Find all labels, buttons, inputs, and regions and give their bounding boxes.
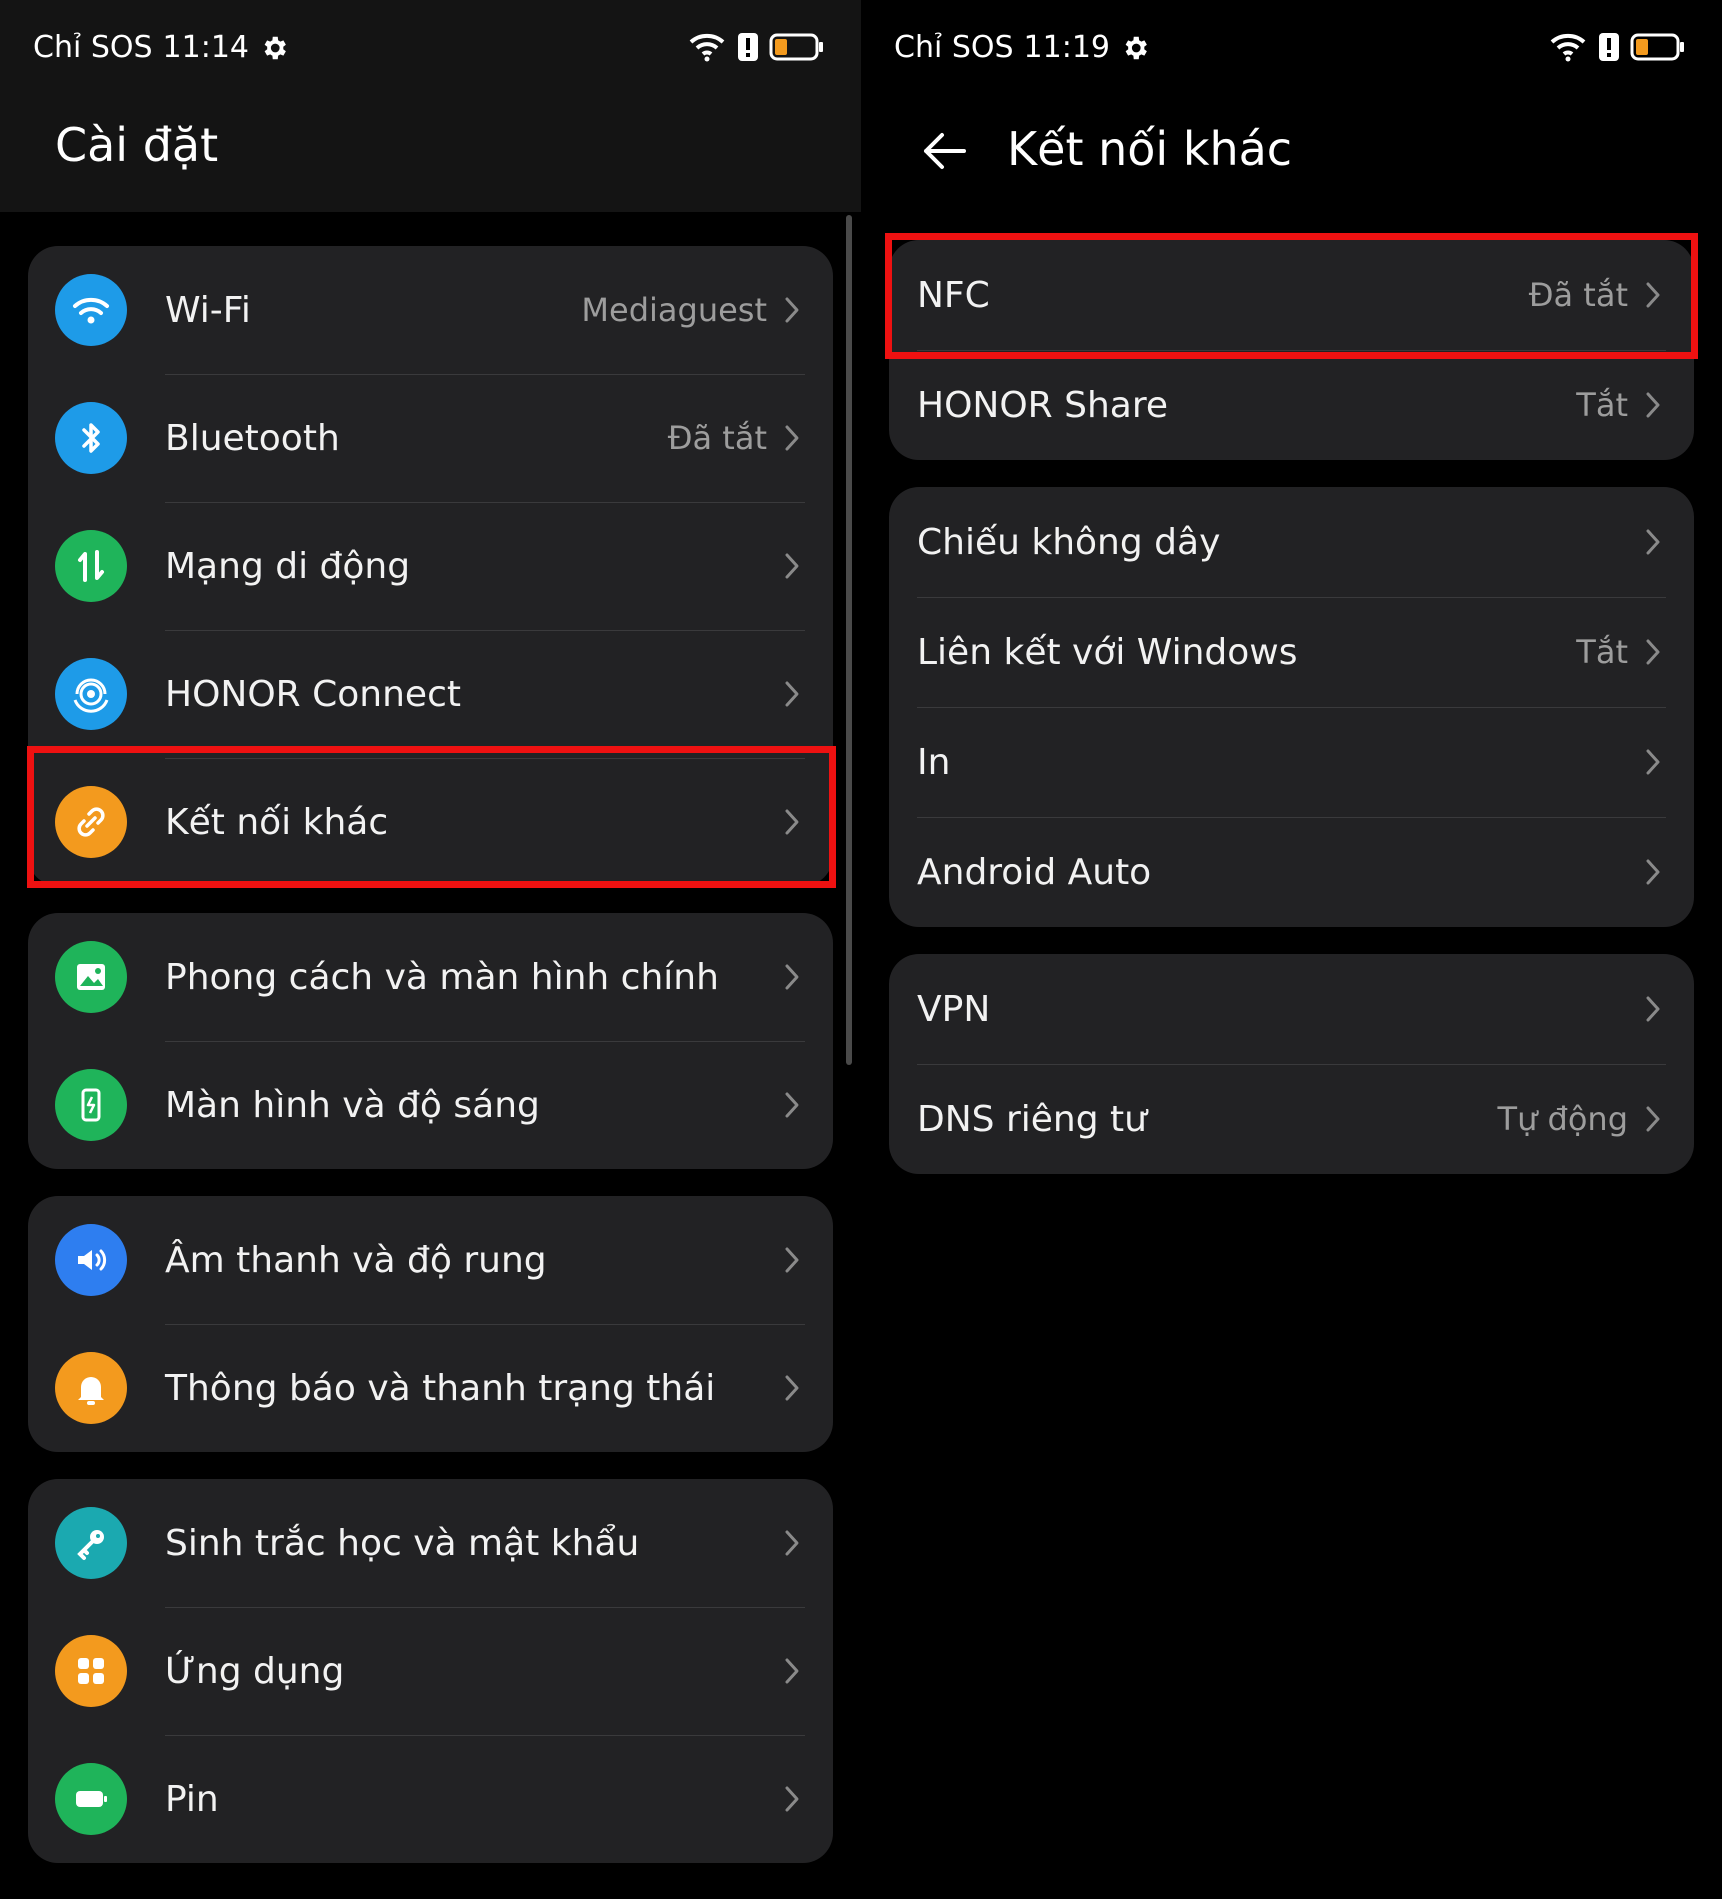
chevron-right-icon [785,1658,799,1684]
gear-icon [264,36,286,59]
wifi-signal-icon [689,33,725,62]
item-value: Mediaguest [581,291,767,329]
bluetooth-icon [55,402,127,474]
image-icon [55,941,127,1013]
settings-item-phone-brightness[interactable]: Màn hình và độ sáng [28,1041,833,1169]
chevron-right-icon [785,964,799,990]
item-label: Âm thanh và độ rung [165,1239,547,1281]
item-value: Đã tắt [667,419,767,457]
connection-item-li-n-k-t-v-i-windows[interactable]: Liên kết với Windows Tắt [889,597,1694,707]
settings-item-battery[interactable]: Pin [28,1735,833,1863]
back-arrow-icon[interactable] [918,125,970,177]
page-title: Cài đặt [55,118,219,172]
wifi-icon [55,274,127,346]
chevron-right-icon [785,681,799,707]
chevron-right-icon [1646,392,1660,418]
item-label: Thông báo và thanh trạng thái [165,1367,716,1409]
item-label: Mạng di động [165,545,411,587]
bell-icon [55,1352,127,1424]
status-bar: Chỉ SOS 11:14 [0,0,861,100]
settings-item-apps[interactable]: Ứng dụng [28,1607,833,1735]
chevron-right-icon [785,553,799,579]
clock: 11:19 [1023,30,1110,65]
item-label: Phong cách và màn hình chính [165,956,719,998]
settings-item-key[interactable]: Sinh trắc học và mật khẩu [28,1479,833,1607]
chevron-right-icon [1646,859,1660,885]
settings-item-mobile-data[interactable]: Mạng di động [28,502,833,630]
connection-item-in[interactable]: In [889,707,1694,817]
settings-item-image[interactable]: Phong cách và màn hình chính [28,913,833,1041]
chevron-right-icon [1646,529,1660,555]
item-label: Màn hình và độ sáng [165,1084,540,1126]
carrier-label: Chỉ SOS [894,30,1014,65]
chevron-right-icon [785,425,799,451]
settings-group-2: Phong cách và màn hình chính Màn hình và … [28,913,833,1169]
wifi-signal-icon [1550,33,1586,62]
highlight-frame [27,746,836,888]
item-label: HONOR Share [917,384,1169,426]
battery-icon [55,1763,127,1835]
highlight-frame [885,233,1698,359]
connection-item-dns-ri-ng-t[interactable]: DNS riêng tư Tự động [889,1064,1694,1174]
chevron-right-icon [1646,749,1660,775]
key-icon [55,1507,127,1579]
item-label: Android Auto [917,851,1152,893]
item-label: HONOR Connect [165,673,461,715]
phone-brightness-icon [55,1069,127,1141]
chevron-right-icon [785,1092,799,1118]
connection-item-vpn[interactable]: VPN [889,954,1694,1064]
chevron-right-icon [785,297,799,323]
chevron-right-icon [785,1530,799,1556]
alert-icon [738,33,758,61]
chevron-right-icon [1646,1106,1660,1132]
item-label: VPN [917,988,991,1030]
connection-item-chi-u-kh-ng-d-y[interactable]: Chiếu không dây [889,487,1694,597]
item-label: DNS riêng tư [917,1098,1147,1140]
mobile-data-icon [55,530,127,602]
gear-icon [1125,36,1147,59]
settings-item-honor-connect[interactable]: HONOR Connect [28,630,833,758]
settings-group-3: Âm thanh và độ rung Thông báo và thanh tr… [28,1196,833,1452]
item-label: Ứng dụng [165,1650,345,1692]
clock: 11:14 [162,30,249,65]
item-label: Sinh trắc học và mật khẩu [165,1522,640,1564]
settings-group-4: Sinh trắc học và mật khẩu Ứng dụng Pin [28,1479,833,1863]
connection-item-honor-share[interactable]: HONOR Share Tắt [889,350,1694,460]
item-value: Tắt [1576,633,1628,671]
battery-status-icon [1630,33,1684,61]
honor-connect-icon [55,658,127,730]
other-connections-screen: Chỉ SOS 11:19 Kết nối khác NFC Đã tắt HONO… [861,0,1722,1899]
item-value: Tự động [1497,1100,1628,1138]
connections-group-3: VPN DNS riêng tư Tự động [889,954,1694,1174]
settings-item-wifi[interactable]: Wi-Fi Mediaguest [28,246,833,374]
chevron-right-icon [785,1786,799,1812]
item-label: Pin [165,1778,219,1820]
item-label: Bluetooth [165,417,340,459]
settings-item-bell[interactable]: Thông báo và thanh trạng thái [28,1324,833,1452]
chevron-right-icon [785,1375,799,1401]
alert-icon [1599,33,1619,61]
battery-status-icon [769,33,823,61]
apps-icon [55,1635,127,1707]
item-label: Wi-Fi [165,289,251,331]
speaker-icon [55,1224,127,1296]
item-label: In [917,741,951,783]
carrier-label: Chỉ SOS [33,30,153,65]
connection-item-android-auto[interactable]: Android Auto [889,817,1694,927]
item-label: Chiếu không dây [917,521,1221,563]
page-title: Kết nối khác [1007,122,1293,176]
chevron-right-icon [1646,639,1660,665]
scrollbar[interactable] [846,215,852,1065]
settings-screen: Chỉ SOS 11:14 Cài đặt Wi-Fi Mediaguest Blu… [0,0,861,1899]
connections-group-2: Chiếu không dây Liên kết với Windows Tắt In… [889,487,1694,927]
settings-item-bluetooth[interactable]: Bluetooth Đã tắt [28,374,833,502]
status-bar: Chỉ SOS 11:19 [861,0,1722,100]
item-value: Tắt [1576,386,1628,424]
chevron-right-icon [1646,996,1660,1022]
item-label: Liên kết với Windows [917,631,1298,673]
settings-item-speaker[interactable]: Âm thanh và độ rung [28,1196,833,1324]
chevron-right-icon [785,1247,799,1273]
